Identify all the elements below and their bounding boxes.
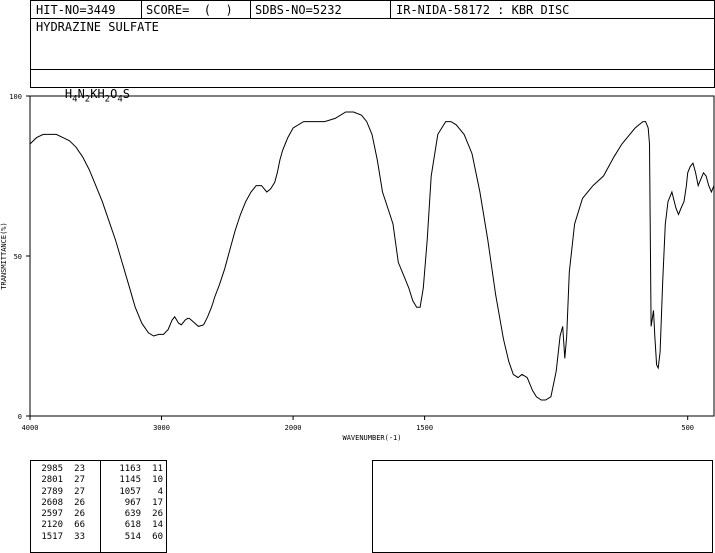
plot-frame <box>29 95 715 417</box>
peak-row: 967 17 <box>115 498 163 509</box>
peak-row: 2789 27 <box>37 487 85 498</box>
peak-transmittance: 26 <box>74 497 85 508</box>
x-axis-ticks: 4000 3000 2000 1500 500 <box>22 416 694 432</box>
notes-box <box>372 460 713 553</box>
peak-table: 2985 23 2801 27 2789 27 2608 26 2597 26 2120 66 1517… <box>30 460 167 553</box>
peak-wavenumber: 1163 <box>119 464 141 474</box>
peak-row: 1517 33 <box>37 532 85 543</box>
peak-row: 1145 10 <box>115 475 163 486</box>
peak-table-right: 1163 11 1145 10 1057 4 967 17 639 26 618 14 514 60 <box>115 464 163 543</box>
peak-row: 2985 23 <box>37 464 85 475</box>
peak-wavenumber: 2801 <box>41 475 63 486</box>
peak-wavenumber: 2789 <box>41 486 63 497</box>
x-tick-label: 2000 <box>285 424 302 432</box>
spectrum-line <box>29 111 715 401</box>
x-axis-label: WAVENUMBER(-1) <box>342 434 401 442</box>
peak-wavenumber: 2608 <box>41 497 63 508</box>
peak-wavenumber: 2120 <box>41 520 63 531</box>
peak-wavenumber: 2597 <box>41 509 63 520</box>
peak-transmittance: 27 <box>74 475 85 486</box>
peak-transmittance: 10 <box>152 475 163 486</box>
peak-transmittance: 17 <box>152 497 163 508</box>
peak-transmittance: 60 <box>152 531 163 542</box>
peak-transmittance: 4 <box>157 486 163 497</box>
peak-wavenumber: 1517 <box>41 531 63 542</box>
peak-wavenumber: 514 <box>124 531 141 542</box>
peak-wavenumber: 618 <box>124 520 141 531</box>
peak-transmittance: 14 <box>152 520 163 531</box>
peak-row: 2120 66 <box>37 520 85 531</box>
peak-row: 514 60 <box>115 532 163 543</box>
ir-spectrum-chart: 4000 3000 2000 1500 500 0 50 100 WAVENUMBER(-1… <box>0 93 715 442</box>
peak-transmittance: 11 <box>152 464 163 474</box>
y-axis-ticks: 0 50 100 <box>9 93 30 421</box>
peak-transmittance: 27 <box>74 486 85 497</box>
peak-wavenumber: 967 <box>124 497 141 508</box>
x-tick-label: 4000 <box>22 424 39 432</box>
peak-transmittance: 23 <box>74 464 85 474</box>
x-tick-label: 500 <box>681 424 694 432</box>
peak-transmittance: 33 <box>74 531 85 542</box>
peak-row: 1057 4 <box>115 487 163 498</box>
x-tick-label: 1500 <box>416 424 433 432</box>
peak-row: 2597 26 <box>37 509 85 520</box>
peak-table-divider <box>100 461 101 552</box>
peak-wavenumber: 639 <box>124 509 141 520</box>
peak-row: 2801 27 <box>37 475 85 486</box>
peak-row: 618 14 <box>115 520 163 531</box>
x-tick-label: 3000 <box>153 424 170 432</box>
y-tick-label: 100 <box>9 93 22 101</box>
peak-transmittance: 26 <box>152 509 163 520</box>
peak-table-left: 2985 23 2801 27 2789 27 2608 26 2597 26 2120 66 1517… <box>37 464 85 543</box>
peak-row: 639 26 <box>115 509 163 520</box>
peak-row: 2608 26 <box>37 498 85 509</box>
peak-transmittance: 26 <box>74 509 85 520</box>
peak-row: 1163 11 <box>115 464 163 475</box>
peak-transmittance: 66 <box>74 520 85 531</box>
y-tick-label: 50 <box>14 253 22 261</box>
peak-wavenumber: 1057 <box>119 486 141 497</box>
y-axis-label: TRANSMITTANCE(%) <box>0 222 8 289</box>
y-tick-label: 0 <box>18 413 22 421</box>
peak-wavenumber: 2985 <box>41 464 63 474</box>
peak-wavenumber: 1145 <box>119 475 141 486</box>
